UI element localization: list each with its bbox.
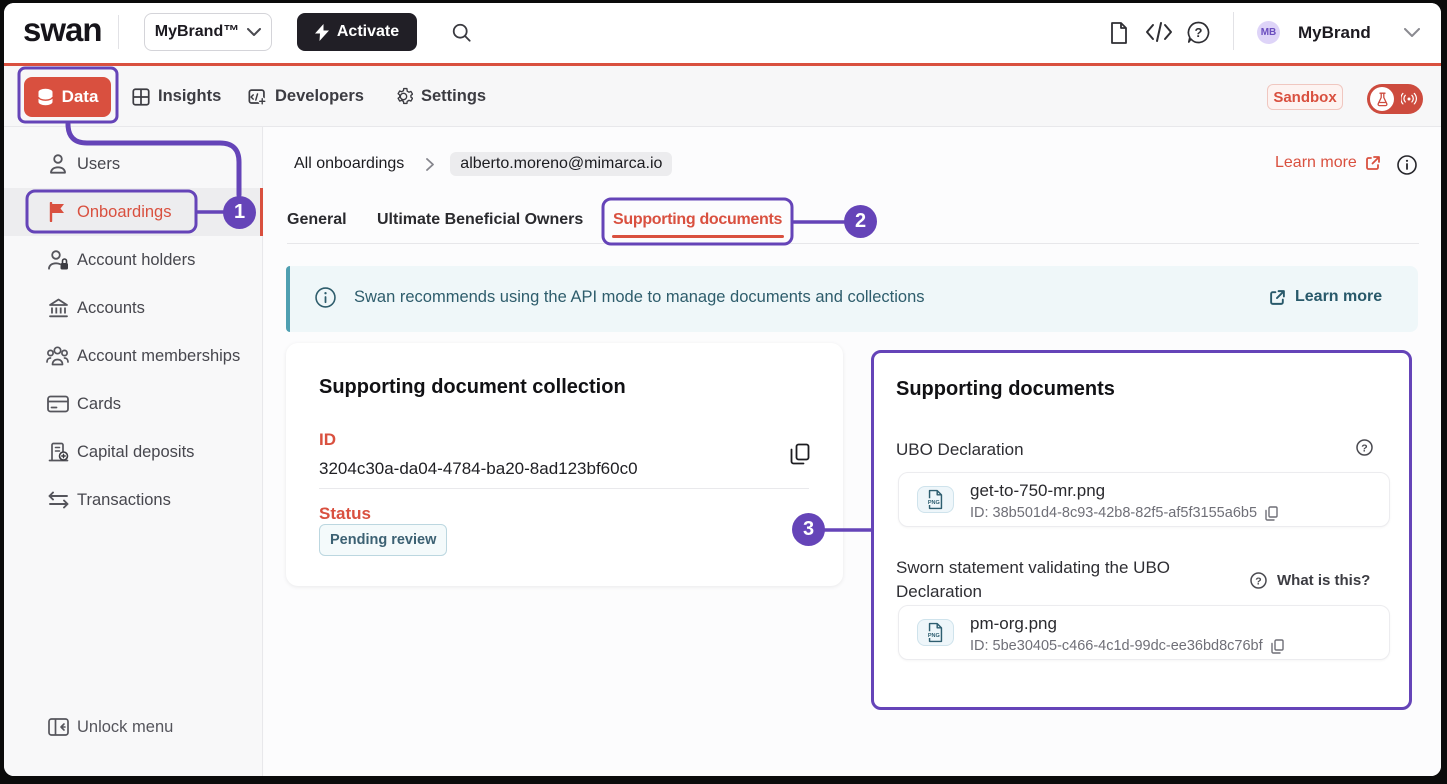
svg-text:?: ? — [1361, 442, 1367, 454]
svg-text:?: ? — [1195, 25, 1203, 40]
svg-text:?: ? — [1255, 575, 1261, 587]
svg-text:PNG: PNG — [928, 500, 940, 506]
svg-text:PNG: PNG — [928, 633, 940, 639]
